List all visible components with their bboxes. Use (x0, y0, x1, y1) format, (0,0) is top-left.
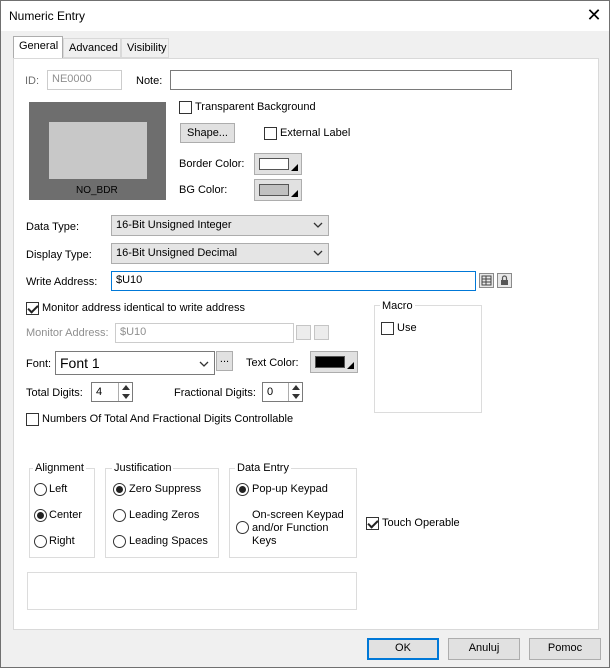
address-lock-icon[interactable] (497, 273, 512, 288)
border-color-label: Border Color: (179, 158, 245, 170)
font-label: Font: (26, 358, 52, 370)
display-type-select[interactable]: 16-Bit Unsigned Decimal (111, 243, 329, 264)
tab-general[interactable]: General (13, 36, 63, 59)
text-color-label: Text Color: (246, 357, 299, 369)
stepper-down-icon[interactable] (292, 394, 300, 399)
monitor-address-label: Monitor Address: (26, 327, 109, 339)
shape-button[interactable]: Shape... (180, 123, 235, 143)
chevron-down-icon (313, 250, 323, 256)
external-label-checkbox[interactable] (264, 127, 277, 140)
display-type-label: Display Type: (26, 249, 92, 261)
stepper-arrows[interactable] (118, 383, 132, 401)
id-field: NE0000 (47, 70, 122, 90)
cancel-button[interactable]: Anuluj (448, 638, 520, 660)
fractional-digits-stepper[interactable]: 0 (262, 382, 303, 402)
stepper-down-icon[interactable] (122, 394, 130, 399)
justification-leading-zeros-label: Leading Zeros (129, 509, 200, 521)
data-entry-onscreen-label-line1: On-screen Keypad (252, 509, 344, 521)
alignment-left-label: Left (49, 483, 68, 495)
text-color-swatch (315, 356, 345, 368)
help-button[interactable]: Pomoc (529, 638, 601, 660)
transparent-bg-checkbox[interactable] (179, 101, 192, 114)
bg-color-picker[interactable] (254, 179, 302, 201)
alignment-right-radio[interactable] (34, 535, 47, 548)
title-bar[interactable]: Numeric Entry ✕ (1, 1, 609, 31)
macro-group-title: Macro (380, 300, 415, 312)
tab-advanced[interactable]: Advanced (63, 38, 121, 58)
total-digits-label: Total Digits: (26, 387, 83, 399)
justification-group-title: Justification (112, 462, 174, 474)
dropdown-triangle-icon (291, 190, 298, 197)
general-panel: ID: NE0000 Note: NO_BDR Transparent Back… (13, 58, 599, 630)
data-entry-onscreen-label-line2: and/or Function (252, 522, 329, 534)
data-entry-onscreen-label-line3: Keys (252, 535, 277, 547)
write-address-label: Write Address: (26, 276, 98, 288)
preview-caption: NO_BDR (76, 185, 118, 196)
font-select[interactable]: Font 1 (55, 351, 215, 375)
alignment-right-label: Right (49, 535, 75, 547)
monitor-identical-checkbox[interactable] (26, 302, 39, 315)
tab-visibility[interactable]: Visibility (121, 38, 169, 58)
font-browse-button[interactable]: ... (216, 351, 233, 371)
touch-operable-checkbox[interactable] (366, 517, 379, 530)
note-field[interactable] (170, 70, 512, 90)
chevron-down-icon (199, 361, 209, 367)
bg-color-label: BG Color: (179, 184, 228, 196)
alignment-left-radio[interactable] (34, 483, 47, 496)
bg-color-swatch (259, 184, 289, 196)
total-digits-value: 4 (96, 386, 103, 398)
chevron-down-icon (313, 222, 323, 228)
data-type-label: Data Type: (26, 221, 79, 233)
fractional-digits-label: Fractional Digits: (174, 387, 256, 399)
font-value: Font 1 (60, 355, 100, 371)
border-color-swatch (259, 158, 289, 170)
stepper-up-icon[interactable] (292, 385, 300, 390)
ok-button[interactable]: OK (367, 638, 439, 660)
window-title: Numeric Entry (9, 9, 86, 23)
macro-use-checkbox[interactable] (381, 322, 394, 335)
macro-use-label: Use (397, 322, 417, 334)
data-entry-popup-label: Pop-up Keypad (252, 483, 328, 495)
monitor-address-table-icon (296, 325, 311, 340)
dialog-window: Numeric Entry ✕ General Advanced Visibil… (0, 0, 610, 668)
justification-leading-zeros-radio[interactable] (113, 509, 126, 522)
dropdown-triangle-icon (291, 164, 298, 171)
justification-zero-suppress-label: Zero Suppress (129, 483, 202, 495)
write-address-field[interactable]: $U10 (111, 271, 476, 291)
data-entry-popup-radio[interactable] (236, 483, 249, 496)
digits-controllable-label: Numbers Of Total And Fractional Digits C… (42, 413, 294, 425)
shape-preview-inner (49, 122, 147, 179)
display-type-value: 16-Bit Unsigned Decimal (116, 247, 238, 259)
address-table-icon[interactable] (479, 273, 494, 288)
alignment-group-title: Alignment (33, 462, 86, 474)
justification-leading-spaces-radio[interactable] (113, 535, 126, 548)
monitor-identical-label: Monitor address identical to write addre… (42, 302, 245, 314)
justification-zero-suppress-radio[interactable] (113, 483, 126, 496)
total-digits-stepper[interactable]: 4 (91, 382, 133, 402)
note-label: Note: (136, 75, 163, 87)
data-type-select[interactable]: 16-Bit Unsigned Integer (111, 215, 329, 236)
dropdown-triangle-icon (347, 362, 354, 369)
stepper-arrows[interactable] (288, 383, 302, 401)
data-type-value: 16-Bit Unsigned Integer (116, 219, 232, 231)
justification-leading-spaces-label: Leading Spaces (129, 535, 208, 547)
monitor-address-lock-icon (314, 325, 329, 340)
transparent-bg-label: Transparent Background (195, 101, 316, 113)
digits-controllable-checkbox[interactable] (26, 413, 39, 426)
alignment-center-label: Center (49, 509, 83, 521)
alignment-center-radio[interactable] (34, 509, 47, 522)
info-area (27, 572, 357, 610)
close-icon[interactable]: ✕ (583, 5, 605, 27)
shape-preview: NO_BDR (29, 102, 166, 200)
fractional-digits-value: 0 (267, 386, 274, 398)
monitor-address-field: $U10 (115, 323, 294, 343)
stepper-up-icon[interactable] (122, 385, 130, 390)
border-color-picker[interactable] (254, 153, 302, 175)
data-entry-onscreen-radio[interactable] (236, 521, 249, 534)
external-label-label: External Label (280, 127, 351, 139)
data-entry-group-title: Data Entry (235, 462, 291, 474)
text-color-picker[interactable] (310, 351, 358, 373)
id-label: ID: (25, 75, 40, 87)
touch-operable-label: Touch Operable (382, 517, 460, 529)
